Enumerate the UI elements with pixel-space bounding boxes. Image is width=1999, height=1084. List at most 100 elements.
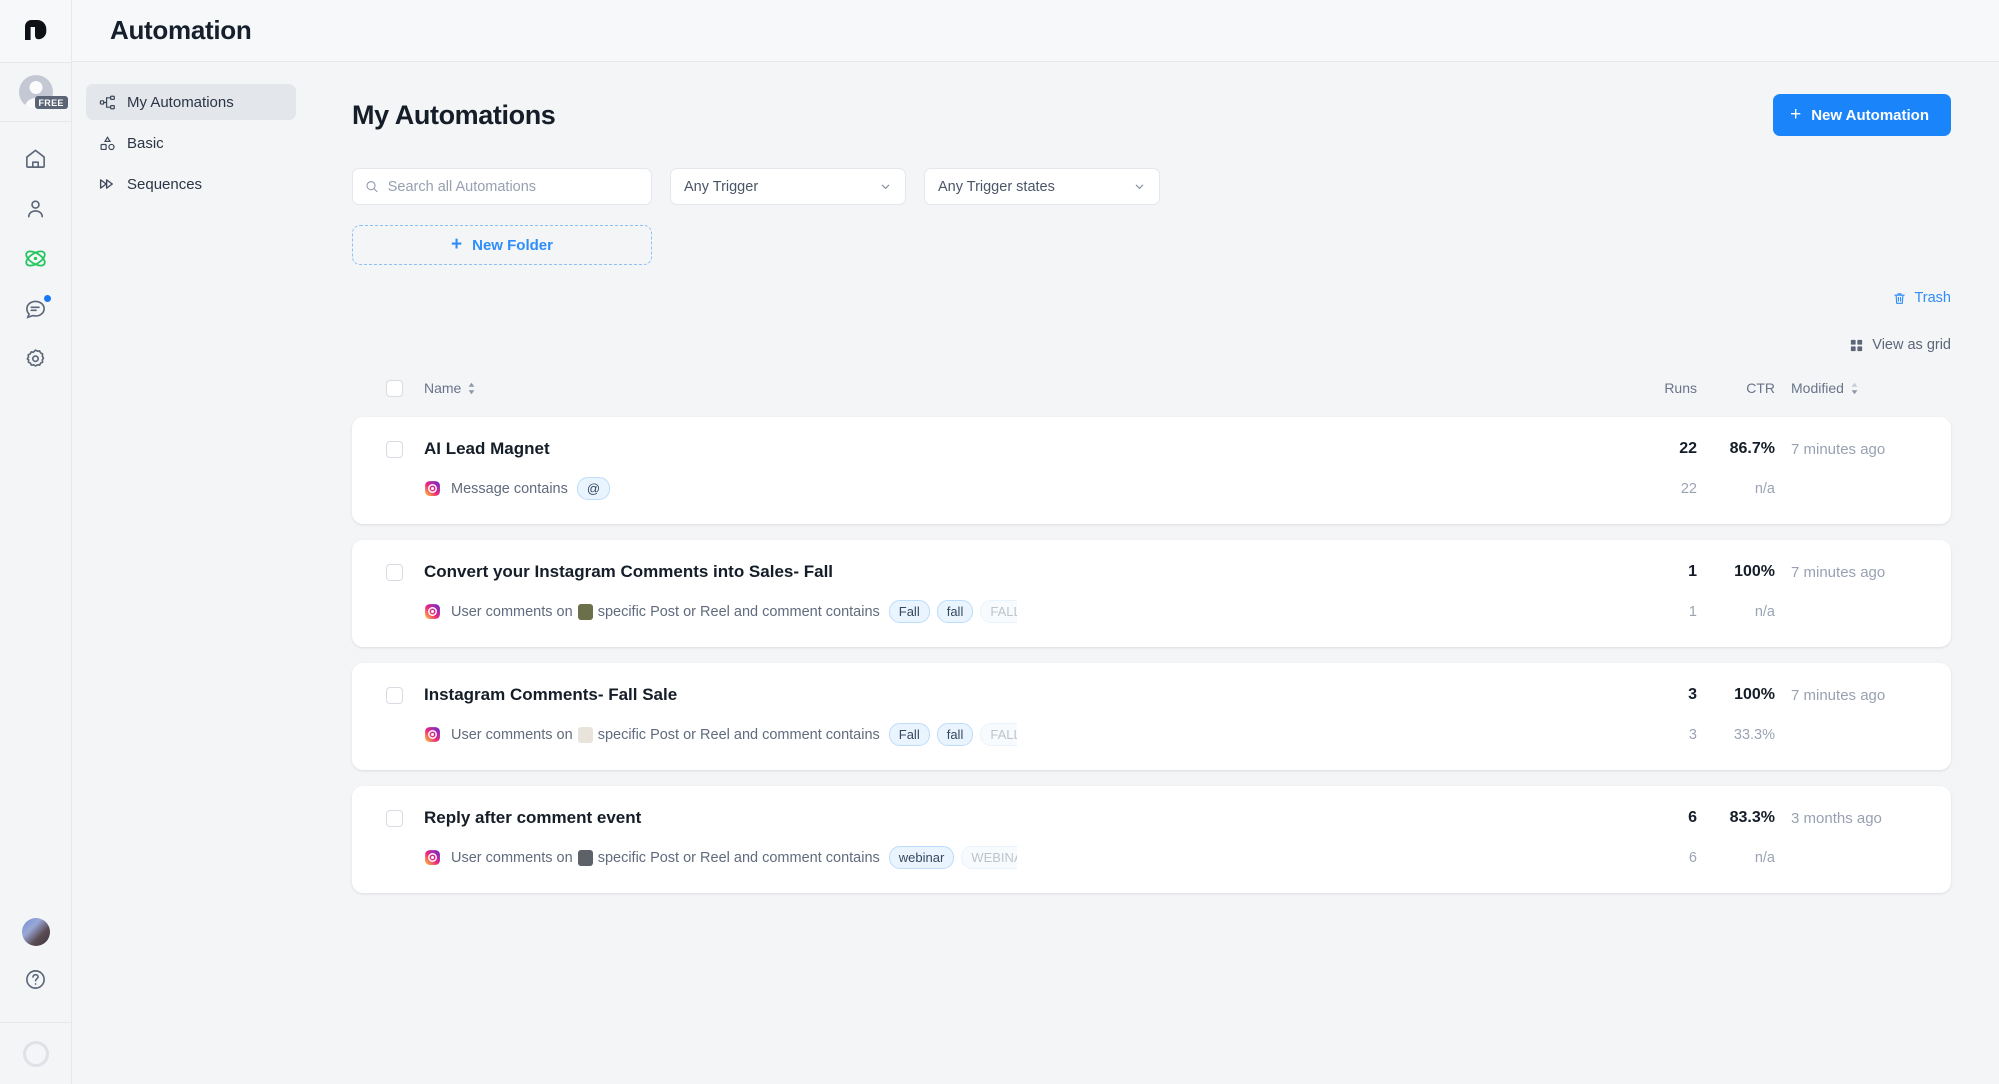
- rail-item-settings[interactable]: [14, 340, 58, 376]
- column-header-name[interactable]: Name: [424, 380, 1611, 396]
- row-checkbox[interactable]: [386, 563, 403, 581]
- keyword-chip[interactable]: FALL: [980, 600, 1017, 623]
- sidebar-label: Basic: [127, 134, 164, 152]
- automation-card[interactable]: AI Lead Magnet 22 86.7% 7 minutes ago Messag…: [352, 417, 1951, 524]
- rail-item-contacts[interactable]: [14, 190, 58, 226]
- keyword-chip[interactable]: Fall: [888, 723, 930, 746]
- grid-icon: [1851, 339, 1863, 351]
- automation-modified: 7 minutes ago: [1791, 686, 1886, 704]
- trash-button[interactable]: Trash: [1892, 290, 1951, 306]
- keyword-chip[interactable]: webinar: [888, 846, 955, 869]
- content-area: My Automations + New Automation Any Trig…: [310, 62, 1999, 1084]
- rail-item-home[interactable]: [14, 140, 58, 176]
- column-header-ctr[interactable]: CTR: [1697, 380, 1775, 396]
- plus-icon: +: [451, 233, 463, 255]
- automation-name[interactable]: Reply after comment event: [424, 808, 1611, 828]
- automation-ctr: 83.3%: [1729, 809, 1775, 826]
- filters-row: Any Trigger Any Trigger states: [352, 168, 1951, 205]
- main-wrapper: Automation My Automations Basic Sequence…: [72, 0, 1999, 1084]
- manychat-logo-icon: [24, 20, 46, 40]
- account-avatar-free[interactable]: FREE: [0, 62, 71, 122]
- keyword-chip[interactable]: FALL: [980, 723, 1017, 746]
- app-logo[interactable]: [0, 0, 71, 62]
- new-folder-button[interactable]: + New Folder: [352, 225, 652, 265]
- automation-row-main: Instagram Comments- Fall Sale 3 100% 7 minu…: [386, 685, 1925, 705]
- trigger-ctr: n/a: [1754, 480, 1775, 497]
- automation-name[interactable]: Instagram Comments- Fall Sale: [424, 685, 1611, 705]
- automation-card[interactable]: Instagram Comments- Fall Sale 3 100% 7 minu…: [352, 663, 1951, 770]
- automation-row-trigger: User comments on specific Post or Reel an…: [386, 600, 1925, 623]
- trigger-states-select[interactable]: Any Trigger states: [924, 168, 1160, 205]
- select-all-checkbox[interactable]: [386, 379, 403, 397]
- automation-runs: 6: [1688, 809, 1697, 826]
- trigger-description: User comments on specific Post or Reel an…: [424, 723, 1611, 746]
- help-icon: [26, 970, 45, 989]
- shapes-icon: [98, 134, 116, 152]
- column-header-modified[interactable]: Modified: [1775, 380, 1925, 396]
- automation-name[interactable]: AI Lead Magnet: [424, 439, 1611, 459]
- automation-row-trigger: User comments on specific Post or Reel an…: [386, 723, 1925, 746]
- keyword-chip[interactable]: WEBINAR: [961, 846, 1017, 869]
- chevron-down-icon: [881, 184, 890, 189]
- icon-rail: FREE: [0, 0, 72, 1084]
- view-toggle-row: View as grid: [352, 337, 1951, 353]
- automation-ctr: 100%: [1734, 686, 1775, 703]
- trigger-runs: 3: [1688, 726, 1697, 743]
- trigger-ctr: 33.3%: [1733, 726, 1775, 743]
- post-thumbnail[interactable]: [577, 726, 593, 743]
- plus-icon: +: [1790, 103, 1802, 125]
- search-box[interactable]: [352, 168, 652, 205]
- trigger-text-before: User comments on: [451, 849, 573, 866]
- keyword-chip[interactable]: Fall: [888, 600, 930, 623]
- sidebar-label: Sequences: [127, 175, 203, 193]
- new-automation-button[interactable]: + New Automation: [1773, 94, 1951, 136]
- page-header-title: Automation: [110, 15, 252, 45]
- row-checkbox[interactable]: [386, 809, 403, 827]
- rail-item-automation[interactable]: [14, 240, 58, 276]
- trigger-select[interactable]: Any Trigger: [670, 168, 906, 205]
- trigger-description: User comments on specific Post or Reel an…: [424, 600, 1611, 623]
- search-input[interactable]: [387, 178, 639, 195]
- view-as-grid-button[interactable]: View as grid: [1849, 337, 1951, 353]
- automation-ctr: 86.7%: [1729, 440, 1775, 457]
- post-thumbnail[interactable]: [577, 849, 593, 866]
- keyword-chip[interactable]: fall: [936, 600, 974, 623]
- column-header-runs[interactable]: Runs: [1611, 380, 1697, 396]
- keyword-chips: @: [576, 477, 611, 500]
- automation-runs: 1: [1688, 563, 1697, 580]
- plan-badge: FREE: [34, 96, 68, 109]
- post-thumbnail[interactable]: [577, 603, 593, 620]
- user-avatar[interactable]: [21, 918, 50, 946]
- rail-item-help[interactable]: [24, 968, 47, 996]
- automation-row-trigger: User comments on specific Post or Reel an…: [386, 846, 1925, 869]
- automation-card[interactable]: Convert your Instagram Comments into Sal…: [352, 540, 1951, 647]
- keyword-chip[interactable]: @: [576, 477, 611, 500]
- onboarding-progress[interactable]: [0, 1022, 71, 1084]
- page-title: My Automations: [352, 99, 556, 130]
- trigger-text-before: User comments on: [451, 603, 573, 620]
- table-header: Name Runs CTR Modified: [352, 375, 1951, 401]
- gear-icon: [26, 348, 45, 367]
- sidebar-item-basic[interactable]: Basic: [86, 125, 296, 161]
- automation-modified: 7 minutes ago: [1791, 440, 1886, 458]
- rail-bottom: [0, 918, 71, 1084]
- trigger-states-select-value: Any Trigger states: [938, 178, 1055, 195]
- trigger-text-after: specific Post or Reel and comment contai…: [597, 849, 880, 866]
- row-checkbox[interactable]: [386, 686, 403, 704]
- row-checkbox[interactable]: [386, 440, 403, 458]
- rail-item-inbox[interactable]: [14, 290, 58, 326]
- instagram-icon: [425, 850, 440, 865]
- trigger-description: Message contains @: [424, 477, 1611, 500]
- automation-row-main: AI Lead Magnet 22 86.7% 7 minutes ago: [386, 439, 1925, 459]
- sidebar-item-sequences[interactable]: Sequences: [86, 166, 296, 202]
- trigger-runs: 1: [1688, 603, 1697, 620]
- trash-icon: [1894, 292, 1906, 304]
- automation-name[interactable]: Convert your Instagram Comments into Sal…: [424, 562, 1611, 582]
- keyword-chip[interactable]: fall: [936, 723, 974, 746]
- sort-icon: [1851, 382, 1858, 394]
- automation-list: AI Lead Magnet 22 86.7% 7 minutes ago Messag…: [352, 417, 1951, 893]
- sidebar-item-my-automations[interactable]: My Automations: [86, 84, 296, 120]
- automation-card[interactable]: Reply after comment event 6 83.3% 3 months …: [352, 786, 1951, 893]
- view-as-grid-label: View as grid: [1872, 337, 1951, 353]
- trigger-text-before: Message contains: [451, 480, 568, 497]
